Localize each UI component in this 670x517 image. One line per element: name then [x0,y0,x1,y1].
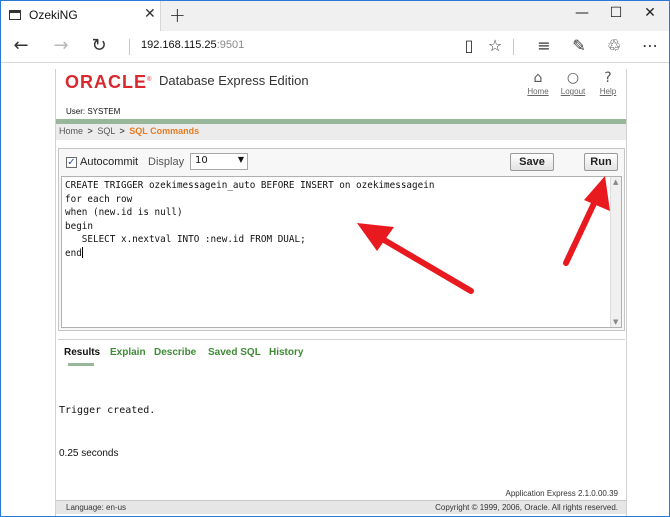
copyright-label: Copyright © 1999, 2006, Oracle. All righ… [435,503,618,512]
autocommit-label: Autocommit [80,156,139,168]
address-port: :9501 [216,39,245,51]
user-label: User: SYSTEM [66,107,121,116]
maximize-button[interactable]: ☐ [601,5,631,21]
elapsed-time: 0.25 seconds [59,448,119,459]
breadcrumb-home[interactable]: Home [59,126,83,136]
autocommit-checkbox[interactable]: ✓ [66,157,77,168]
logout-icon: ○ [566,70,580,86]
page-footer: Language: en-us Copyright © 1999, 2006, … [56,500,626,514]
sql-command-panel: ✓ Autocommit Display 10 ▼ Save Run CREAT… [58,148,625,331]
browser-window: OzekiNG ✕ + — ☐ ✕ ← → ↻ 192.168.115.25:9… [0,0,670,517]
breadcrumb-sql[interactable]: SQL [97,126,115,136]
registered-mark: ® [147,77,153,83]
product-name: Database Express Edition [159,73,309,88]
sql-editor[interactable]: CREATE TRIGGER ozekimessagein_auto BEFOR… [61,176,622,328]
logout-link-label: Logout [560,87,586,96]
editor-scrollbar[interactable]: ▲ ▼ [610,177,621,327]
page-icon [9,10,21,20]
apex-page: ORACLE® Database Express Edition ⌂ Home … [55,69,627,516]
sql-code-text: CREATE TRIGGER ozekimessagein_auto BEFOR… [65,180,435,259]
web-note-icon[interactable]: ✎ [566,36,592,55]
language-label: Language: en-us [66,503,127,512]
share-icon[interactable]: ♲ [601,36,627,55]
address-bar[interactable]: 192.168.115.25:9501 [141,39,244,51]
display-label: Display [148,156,185,168]
help-link[interactable]: ? Help [588,69,628,96]
more-icon[interactable]: ⋯ [637,36,663,55]
breadcrumb-separator: > [119,126,125,136]
tab-history[interactable]: History [269,347,303,358]
result-message: Trigger created. [59,405,156,416]
help-icon: ? [604,70,612,86]
help-link-label: Help [599,87,617,96]
browser-tab[interactable]: OzekiNG ✕ [1,1,161,31]
active-tab-indicator [68,363,94,366]
save-button[interactable]: Save [510,153,554,171]
address-host: 192.168.115.25 [141,39,217,51]
close-tab-icon[interactable]: ✕ [144,6,156,22]
forward-arrow-icon[interactable]: → [47,35,75,56]
tab-explain[interactable]: Explain [110,347,146,358]
tab-title: OzekiNG [29,8,78,22]
new-tab-button[interactable]: + [169,3,186,27]
text-cursor [81,246,83,258]
display-select[interactable]: 10 ▼ [190,153,248,170]
tab-bar: OzekiNG ✕ + — ☐ ✕ [1,1,669,31]
tab-saved-sql[interactable]: Saved SQL [208,347,261,358]
results-tabs: Results Explain Describe Saved SQL Histo… [58,339,625,366]
address-separator [129,39,130,55]
back-arrow-icon[interactable]: ← [7,35,35,56]
tab-results[interactable]: Results [64,347,100,358]
home-link-label: Home [527,87,549,96]
version-label: Application Express 2.1.0.00.39 [505,489,618,498]
toolbar-separator [513,39,514,55]
favorite-star-icon[interactable]: ☆ [482,36,508,55]
display-value: 10 [195,155,208,166]
oracle-logo: ORACLE® [65,72,152,93]
navigation-bar: ← → ↻ 192.168.115.25:9501 ▯ ☆ ≡ ✎ ♲ ⋯ [1,31,669,63]
refresh-icon[interactable]: ↻ [85,35,113,56]
run-button[interactable]: Run [584,153,618,171]
breadcrumb: Home > SQL > SQL Commands [56,124,626,140]
close-window-button[interactable]: ✕ [635,5,665,21]
minimize-button[interactable]: — [567,5,597,21]
sql-code: CREATE TRIGGER ozekimessagein_auto BEFOR… [65,179,434,260]
chevron-down-icon: ▼ [237,155,244,164]
scroll-up-icon[interactable]: ▲ [613,178,618,186]
breadcrumb-separator: > [87,126,93,136]
breadcrumb-current: SQL Commands [129,126,200,136]
logout-link[interactable]: ○ Logout [553,69,593,96]
oracle-logo-text: ORACLE [65,72,147,92]
hub-icon[interactable]: ≡ [531,36,557,55]
home-link[interactable]: ⌂ Home [518,69,558,96]
scroll-down-icon[interactable]: ▼ [613,318,618,326]
tab-describe[interactable]: Describe [154,347,196,358]
home-icon: ⌂ [533,70,543,86]
reading-view-icon[interactable]: ▯ [456,36,482,55]
